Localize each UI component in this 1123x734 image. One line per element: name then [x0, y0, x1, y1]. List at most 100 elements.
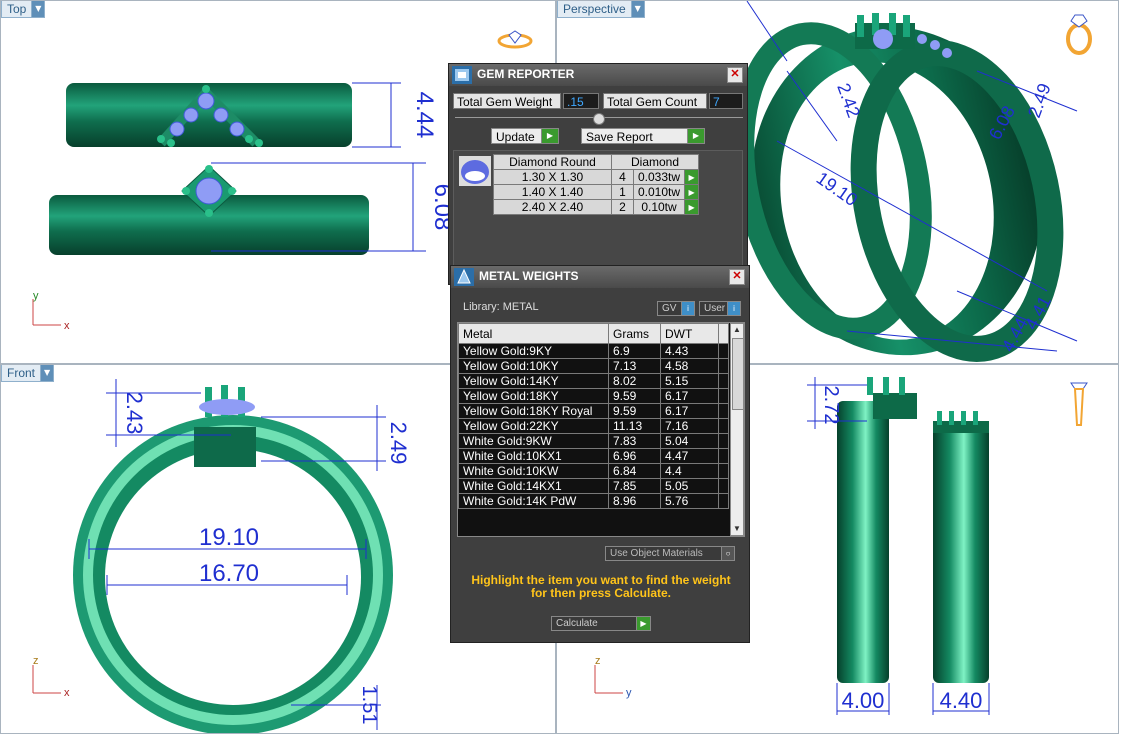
metal-dwt: 5.15	[660, 373, 719, 389]
gv-toggle[interactable]: GV i	[657, 301, 695, 316]
metal-dwt: 4.47	[660, 448, 719, 464]
band-profile-left	[837, 401, 889, 683]
total-gem-count-value[interactable]: 7	[709, 93, 743, 109]
gem-count: 4	[611, 169, 634, 185]
table-row[interactable]: Yellow Gold:18KY 9.59 6.17	[458, 388, 729, 404]
gem-table: Diamond Round Diamond 1.30 X 1.30 4 0.033tw…	[493, 154, 700, 215]
gem-size: 1.40 X 1.40	[493, 184, 612, 200]
gv-label: GV	[662, 303, 677, 314]
metal-grams: 6.9	[608, 343, 661, 359]
calculate-hint-text: Highlight the item you want to find the …	[471, 573, 731, 600]
close-icon[interactable]: ✕	[729, 269, 745, 285]
use-object-materials-label: Use Object Materials	[610, 548, 703, 559]
info-icon: i	[727, 302, 740, 315]
metal-dwt: 4.58	[660, 358, 719, 374]
table-row[interactable]: White Gold:9KW 7.83 5.04	[458, 433, 729, 449]
radio-icon: ○	[721, 547, 734, 560]
calculate-button[interactable]: Calculate ▶	[551, 616, 651, 631]
dimension-label: 4.40	[940, 688, 983, 713]
play-icon[interactable]: ▶	[684, 199, 700, 215]
gem-size: 1.30 X 1.30	[493, 169, 612, 185]
chevron-down-icon[interactable]: ▼	[32, 1, 46, 18]
viewport-label-front[interactable]: Front ▼	[1, 365, 55, 382]
row-spacer	[718, 373, 729, 389]
total-gem-weight-label: Total Gem Weight	[453, 93, 561, 109]
splitter-knob[interactable]	[593, 113, 605, 125]
axis-y-label: y	[33, 290, 39, 302]
viewport-name: Perspective	[557, 1, 632, 18]
total-gem-weight-value[interactable]: .15	[563, 93, 599, 109]
close-icon[interactable]: ✕	[727, 67, 743, 83]
row-spacer	[718, 358, 729, 374]
update-label: Update	[496, 130, 535, 144]
update-button[interactable]: Update ▶	[491, 128, 559, 144]
metal-name: White Gold:14KX1	[458, 478, 609, 494]
metal-grams: 8.02	[608, 373, 661, 389]
table-row[interactable]: Yellow Gold:18KY Royal 9.59 6.17	[458, 403, 729, 419]
metal-weights-titlebar[interactable]: METAL WEIGHTS ✕	[451, 266, 749, 288]
axis-z-label: z	[595, 655, 601, 667]
ring-top-icon	[497, 30, 533, 49]
table-row[interactable]: Yellow Gold:9KY 6.9 4.43	[458, 343, 729, 359]
use-object-materials-toggle[interactable]: Use Object Materials ○	[605, 546, 735, 561]
dimension-label: 4.44	[411, 92, 438, 139]
viewport-label-top[interactable]: Top ▼	[1, 1, 46, 18]
table-row[interactable]: Yellow Gold:14KY 8.02 5.15	[458, 373, 729, 389]
metal-dwt: 4.43	[660, 343, 719, 359]
row-spacer	[718, 418, 729, 434]
gem-weight: 0.010tw	[632, 184, 686, 200]
metal-dwt: 6.17	[660, 388, 719, 404]
metal-name: White Gold:10KW	[458, 463, 609, 479]
column-header-grams[interactable]: Grams	[608, 323, 661, 344]
dimension-label: 4.00	[842, 688, 885, 713]
user-label: User	[704, 303, 726, 314]
save-report-button[interactable]: Save Report ▶	[581, 128, 705, 144]
dimension-label: 16.70	[199, 560, 259, 587]
metal-dwt: 5.04	[660, 433, 719, 449]
chevron-up-icon[interactable]: ▲	[731, 324, 743, 336]
metal-grams: 6.84	[608, 463, 661, 479]
table-row[interactable]: White Gold:10KW 6.84 4.4	[458, 463, 729, 479]
metal-grams: 11.13	[608, 418, 661, 434]
row-spacer	[718, 388, 729, 404]
band-profile-right	[933, 423, 989, 683]
save-report-label: Save Report	[586, 130, 653, 144]
chevron-down-icon[interactable]: ▼	[731, 523, 743, 535]
metal-name: Yellow Gold:18KY	[458, 388, 609, 404]
dimension-label: 2.72	[820, 386, 842, 425]
row-spacer	[718, 343, 729, 359]
chevron-down-icon[interactable]: ▼	[41, 365, 55, 382]
user-toggle[interactable]: User i	[699, 301, 741, 316]
play-icon[interactable]: ▶	[684, 169, 700, 185]
table-row[interactable]: White Gold:14KX1 7.85 5.05	[458, 478, 729, 494]
table-row[interactable]: 1.30 X 1.30 4 0.033tw ▶	[493, 169, 700, 185]
row-spacer	[718, 403, 729, 419]
diamond-round-icon	[459, 156, 491, 186]
table-row[interactable]: White Gold:10KX1 6.96 4.47	[458, 448, 729, 464]
gem-reporter-panel[interactable]: GEM REPORTER ✕ Total Gem Weight .15 Tota…	[448, 63, 748, 285]
total-gem-count-label: Total Gem Count	[603, 93, 707, 109]
axis-x-label: x	[64, 687, 70, 699]
metal-name: White Gold:14K PdW	[458, 493, 609, 509]
metal-table-scrollbar[interactable]: ▲ ▼	[730, 323, 744, 536]
metal-weights-panel[interactable]: METAL WEIGHTS ✕ Library: METAL GV i User…	[450, 265, 750, 643]
play-icon[interactable]: ▶	[684, 184, 700, 200]
axis-x-label: x	[64, 320, 70, 332]
viewport-label-perspective[interactable]: Perspective ▼	[557, 1, 645, 18]
play-icon: ▶	[636, 617, 650, 630]
chevron-down-icon[interactable]: ▼	[631, 1, 645, 18]
table-row[interactable]: Yellow Gold:10KY 7.13 4.58	[458, 358, 729, 374]
table-row[interactable]: 2.40 X 2.40 2 0.10tw ▶	[493, 199, 700, 215]
row-spacer	[718, 478, 729, 494]
metal-grams: 6.96	[608, 448, 661, 464]
ring-side-icon	[1070, 382, 1088, 426]
table-row[interactable]: Yellow Gold:22KY 11.13 7.16	[458, 418, 729, 434]
metal-weights-title: METAL WEIGHTS	[479, 269, 579, 283]
column-header-dwt[interactable]: DWT	[660, 323, 719, 344]
metal-grams: 7.13	[608, 358, 661, 374]
table-row[interactable]: White Gold:14K PdW 8.96 5.76	[458, 493, 729, 509]
table-row[interactable]: 1.40 X 1.40 1 0.010tw ▶	[493, 184, 700, 200]
scrollbar-thumb[interactable]	[732, 338, 744, 410]
column-header-metal[interactable]: Metal	[458, 323, 609, 344]
gem-reporter-titlebar[interactable]: GEM REPORTER ✕	[449, 64, 747, 86]
